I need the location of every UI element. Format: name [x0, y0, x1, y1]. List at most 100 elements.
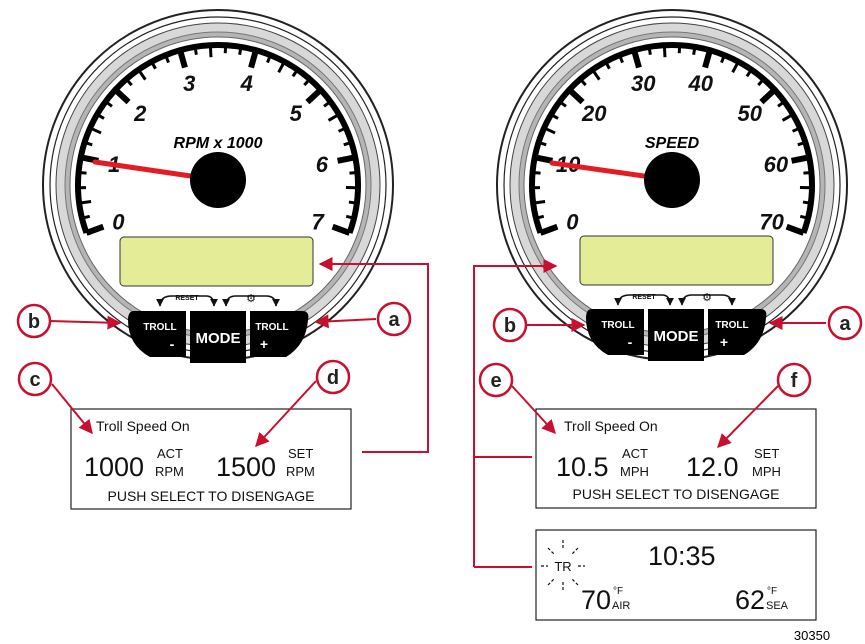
- troll-plus-button[interactable]: TROLL +: [250, 311, 309, 357]
- tachometer-minor-tick: [348, 200, 358, 205]
- speedometer-scale-label: 70: [759, 209, 784, 234]
- callout-a-left: a: [376, 301, 412, 337]
- actual-unit: MPH: [620, 464, 649, 479]
- tachometer-scale-label: 6: [316, 152, 329, 177]
- callout-a-right: a: [827, 305, 863, 341]
- troll-status-text: Troll Speed On: [564, 418, 658, 434]
- set-speed-value: 12.0: [686, 452, 739, 482]
- tachometer-minor-tick: [208, 45, 213, 58]
- sea-temp-unit: °F: [767, 586, 777, 597]
- lcd-detail-rpm: Troll Speed On 1000 ACT RPM 1500 SET RPM…: [70, 408, 352, 510]
- svg-text:MODE: MODE: [654, 328, 699, 345]
- figure-number: 30350: [794, 628, 830, 643]
- tachometer-scale-label: 7: [311, 209, 325, 234]
- callout-b-left: b: [16, 303, 52, 339]
- svg-text:-: -: [628, 334, 633, 350]
- disengage-instruction: PUSH SELECT TO DISENGAGE: [108, 488, 315, 504]
- actual-label: ACT: [622, 446, 648, 461]
- actual-speed-value: 10.5: [556, 452, 609, 482]
- speedometer-scale-label: 20: [581, 101, 607, 126]
- speedometer-minor-tick: [802, 200, 812, 205]
- svg-text:TROLL: TROLL: [715, 320, 748, 331]
- svg-text:MODE: MODE: [196, 330, 241, 347]
- svg-text:TROLL: TROLL: [143, 322, 176, 333]
- speedometer-minor-tick: [799, 214, 809, 220]
- tachometer-scale-label: 2: [133, 101, 147, 126]
- callout-e: e: [478, 362, 514, 398]
- speedometer-scale-label: 30: [631, 71, 656, 96]
- disengage-instruction: PUSH SELECT TO DISENGAGE: [573, 486, 780, 502]
- tachometer-minor-tick: [238, 46, 243, 56]
- tachometer-major-tick: [336, 154, 356, 164]
- air-temp-value: 70: [581, 585, 611, 615]
- sea-label: SEA: [766, 600, 789, 612]
- svg-text:TROLL: TROLL: [255, 322, 288, 333]
- speedometer-minor-tick: [532, 200, 546, 205]
- troll-minus-button[interactable]: TROLL -: [128, 311, 186, 357]
- svg-text:e: e: [490, 370, 501, 392]
- tachometer-scale-label: 4: [240, 71, 253, 96]
- lcd-detail-speed: Troll Speed On 10.5 ACT MPH 12.0 SET MPH…: [535, 408, 817, 509]
- svg-text:d: d: [327, 367, 339, 389]
- tachometer-minor-tick: [345, 214, 355, 220]
- svg-text:f: f: [791, 370, 798, 392]
- tachometer-lcd-screen: [119, 236, 314, 287]
- reset-label: RESET: [632, 294, 656, 301]
- actual-unit: RPM: [155, 464, 184, 479]
- diagram-canvas: 01234567 RPM x 1000 RESET ⚙ TROLL - MODE…: [16, 9, 863, 643]
- speedometer-scale-label: 50: [737, 101, 762, 126]
- speedometer-major-tick: [534, 154, 554, 164]
- svg-text:c: c: [29, 369, 40, 391]
- tachometer-scale-label: 3: [183, 71, 195, 96]
- svg-text:b: b: [504, 315, 516, 337]
- sea-temp-value: 62: [735, 585, 765, 615]
- speedometer-lcd-screen: [579, 235, 774, 286]
- set-label: SET: [754, 446, 779, 461]
- mode-button[interactable]: MODE: [648, 309, 704, 361]
- svg-text:+: +: [720, 334, 728, 350]
- svg-text:TROLL: TROLL: [601, 320, 634, 331]
- tachometer-scale-label: 5: [290, 101, 303, 126]
- tachometer-minor-tick: [193, 46, 198, 56]
- speedometer-gauge: 010203040506070 SPEED RESET ⚙ TROLL - MO…: [496, 9, 848, 361]
- svg-text:+: +: [260, 336, 268, 352]
- speedometer-major-tick: [790, 154, 810, 164]
- tachometer-gauge: 01234567 RPM x 1000 RESET ⚙ TROLL - MODE…: [42, 9, 394, 363]
- speedometer-scale-label: 0: [566, 209, 579, 234]
- tachometer-scale-label: 0: [112, 209, 125, 234]
- troll-plus-button[interactable]: TROLL +: [708, 309, 767, 355]
- speedometer-minor-tick: [662, 45, 667, 58]
- set-rpm-value: 1500: [216, 452, 276, 482]
- troll-status-text: Troll Speed On: [96, 418, 190, 434]
- tachometer-minor-tick: [81, 214, 91, 220]
- speedometer-minor-tick: [647, 46, 652, 56]
- callout-f: f: [776, 362, 812, 398]
- tachometer-hub: [190, 152, 246, 208]
- speedometer-scale-label: 60: [764, 152, 789, 177]
- set-label: SET: [288, 446, 313, 461]
- lcd-detail-summary: TR 10:35 70 °F AIR 62 °F SEA: [535, 529, 817, 621]
- svg-text:a: a: [839, 313, 851, 335]
- gear-icon: ⚙: [246, 292, 256, 305]
- tachometer-title: RPM x 1000: [174, 135, 263, 152]
- tachometer-minor-tick: [349, 170, 358, 175]
- troll-minus-button[interactable]: TROLL -: [586, 309, 644, 355]
- gear-icon: ⚙: [702, 291, 712, 304]
- mode-button[interactable]: MODE: [190, 311, 246, 363]
- callout-b-right: b: [492, 307, 528, 343]
- callout-c: c: [17, 361, 53, 397]
- tachometer-minor-tick: [78, 170, 87, 175]
- svg-text:-: -: [170, 336, 175, 352]
- air-temp-unit: °F: [613, 586, 623, 597]
- speedometer-minor-tick: [692, 46, 697, 56]
- air-label: AIR: [612, 600, 630, 612]
- set-unit: MPH: [752, 464, 781, 479]
- reset-label: RESET: [175, 295, 199, 302]
- speedometer-minor-tick: [803, 170, 812, 175]
- tachometer-minor-tick: [78, 200, 92, 205]
- speedometer-hub: [644, 152, 700, 208]
- svg-text:a: a: [388, 309, 400, 331]
- troll-indicator: TR: [554, 559, 571, 574]
- actual-rpm-value: 1000: [84, 452, 144, 482]
- callout-d: d: [315, 359, 351, 395]
